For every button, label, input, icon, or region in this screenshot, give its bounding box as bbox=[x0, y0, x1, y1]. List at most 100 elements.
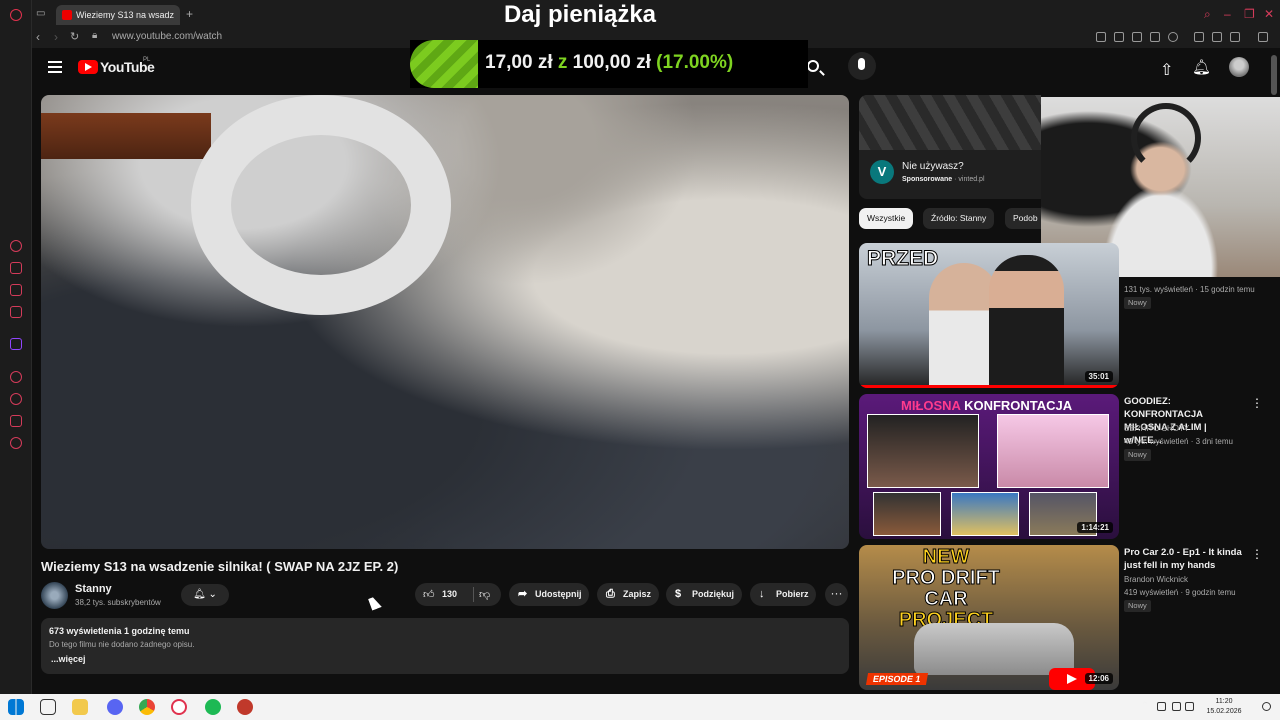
minimize-icon[interactable]: – bbox=[1224, 7, 1231, 21]
back-icon[interactable]: ‹ bbox=[36, 30, 40, 44]
recommendation-meta: 131 tys. wyświetleń · 15 godzin temu bbox=[1124, 285, 1255, 294]
spotify-icon[interactable] bbox=[205, 699, 221, 715]
windows-taskbar: ⌃ 11:20 15.02.2026 bbox=[0, 694, 1280, 720]
like-icon[interactable]: 👍︎ bbox=[423, 588, 435, 601]
new-tab-icon[interactable]: + bbox=[186, 7, 193, 21]
thumbnail-panel bbox=[997, 414, 1109, 488]
more-actions-button[interactable]: ··· bbox=[825, 583, 848, 606]
thanks-label: Podziękuj bbox=[692, 589, 735, 599]
download-button[interactable]: ↓ Pobierz bbox=[750, 583, 817, 606]
notifications-icon[interactable]: 🔔︎ bbox=[1192, 58, 1211, 76]
description-box[interactable]: 673 wyświetlenia 1 godzinę temu Do tego … bbox=[41, 618, 849, 674]
recommendation-thumbnail[interactable]: PRZED 35:01 bbox=[859, 243, 1119, 388]
maximize-icon[interactable]: ❐ bbox=[1244, 7, 1255, 21]
channel-avatar[interactable] bbox=[41, 582, 68, 609]
video-player[interactable] bbox=[41, 95, 849, 549]
tab-active[interactable]: Wieziemy S13 na wsadz bbox=[56, 5, 180, 25]
youtube-logo-icon[interactable] bbox=[78, 60, 98, 74]
opera-taskbar-icon[interactable] bbox=[171, 699, 187, 715]
file-explorer-icon[interactable] bbox=[72, 699, 88, 715]
player-toolbar-icon[interactable] bbox=[1150, 32, 1160, 42]
recommendation-channel[interactable]: SERHITO SHOTY bbox=[1124, 424, 1189, 433]
start-icon[interactable] bbox=[8, 699, 24, 715]
thanks-icon: $ bbox=[675, 588, 682, 600]
donation-progress-bar bbox=[410, 40, 478, 88]
notification-center-icon[interactable] bbox=[1262, 702, 1271, 711]
page-scrollbar[interactable] bbox=[1270, 55, 1278, 685]
create-icon[interactable]: ⇧ bbox=[1160, 60, 1173, 80]
scrollbar-thumb[interactable] bbox=[1271, 55, 1277, 95]
taskbar-clock[interactable]: 11:20 15.02.2026 bbox=[1196, 697, 1252, 717]
tray-overflow-icon[interactable]: ⌃ bbox=[1141, 700, 1150, 710]
save-button[interactable]: ⎙ Zapisz bbox=[597, 583, 659, 606]
chip-all[interactable]: Wszystkie bbox=[859, 208, 914, 229]
video-duration: 12:06 bbox=[1084, 673, 1113, 684]
recommendation-thumbnail[interactable]: MIŁOSNA KONFRONTACJA 1:14:21 bbox=[859, 394, 1119, 539]
download-icon[interactable] bbox=[1212, 32, 1222, 42]
notification-bell-button[interactable]: 🔔︎ ⌄ bbox=[181, 584, 229, 606]
clock-time: 11:20 bbox=[1215, 698, 1233, 705]
headphones-icon bbox=[1131, 103, 1201, 173]
video-frame-dashboard-trim bbox=[41, 113, 211, 159]
instagram-icon[interactable] bbox=[10, 284, 22, 296]
lock-icon: 🔒︎ bbox=[92, 30, 98, 41]
channel-name[interactable]: Stanny bbox=[75, 583, 112, 595]
history-icon[interactable] bbox=[10, 393, 22, 405]
tab-overview-icon[interactable]: ▭ bbox=[36, 8, 45, 19]
sponsored-ad-card[interactable]: V Nie używasz? Sponsorowane · vinted.pl bbox=[859, 95, 1041, 199]
donation-current: 17,00 zł bbox=[485, 52, 553, 73]
snapshot-icon[interactable] bbox=[1114, 32, 1124, 42]
tab-search-icon[interactable]: ⌕ bbox=[1204, 7, 1211, 22]
easy-setup-icon[interactable] bbox=[1258, 32, 1268, 42]
reload-icon[interactable]: ↻ bbox=[70, 30, 79, 43]
recommendation-thumbnail[interactable]: NEW PRO DRIFT CAR PROJECT EPISODE 1 12:0… bbox=[859, 545, 1119, 690]
more-options-icon[interactable]: ⋮ bbox=[1251, 547, 1263, 561]
like-count[interactable]: 130 bbox=[442, 583, 457, 606]
account-icon[interactable] bbox=[1194, 32, 1204, 42]
chip-related[interactable]: Podob bbox=[1005, 208, 1046, 229]
thumbnail-heading-main: KONFRONTACJA bbox=[960, 398, 1073, 413]
chrome-icon[interactable] bbox=[139, 699, 155, 715]
video-duration: 35:01 bbox=[1084, 371, 1113, 382]
aria-icon[interactable] bbox=[10, 240, 22, 252]
player-icon[interactable] bbox=[10, 371, 22, 383]
view-stats: 673 wyświetlenia 1 godzinę temu bbox=[49, 626, 190, 636]
discord-icon[interactable] bbox=[107, 699, 123, 715]
bookmark-icon[interactable] bbox=[1096, 32, 1106, 42]
share-button[interactable]: ➦ Udostępnij bbox=[509, 583, 590, 606]
opera-logo-icon[interactable] bbox=[10, 9, 22, 21]
voice-search-button[interactable] bbox=[848, 52, 876, 80]
close-icon[interactable]: ✕ bbox=[1264, 7, 1274, 21]
messenger-icon[interactable] bbox=[10, 262, 22, 274]
url-field[interactable]: www.youtube.com/watch bbox=[112, 31, 222, 42]
recommendation-title[interactable]: Pro Car 2.0 - Ep1 - It kinda just fell i… bbox=[1124, 546, 1244, 572]
ad-sponsored-label: Sponsorowane bbox=[902, 176, 953, 183]
recommendation-channel[interactable]: Brandon Wicknick bbox=[1124, 575, 1188, 584]
avatar[interactable] bbox=[1229, 57, 1249, 77]
dislike-icon[interactable]: 👎︎ bbox=[479, 588, 490, 601]
volume-tray-icon[interactable] bbox=[1185, 702, 1194, 711]
more-options-icon[interactable]: ⋮ bbox=[1251, 396, 1263, 410]
new-badge: Nowy bbox=[1124, 600, 1151, 612]
ai-icon[interactable] bbox=[1230, 32, 1240, 42]
description-text: Do tego filmu nie dodano żadnego opisu. bbox=[49, 640, 195, 649]
save-icon: ⎙ bbox=[606, 588, 615, 600]
tab-title: Wieziemy S13 na wsadz bbox=[76, 10, 175, 20]
chip-source-channel[interactable]: Źródło: Stanny bbox=[923, 208, 995, 229]
show-more-link[interactable]: ...więcej bbox=[51, 654, 86, 664]
obs-icon[interactable] bbox=[237, 699, 253, 715]
thumbnail-line-2: PRO DRIFT CAR bbox=[892, 567, 1001, 610]
menu-icon[interactable] bbox=[48, 61, 62, 73]
microphone-tray-icon[interactable] bbox=[1157, 702, 1166, 711]
shield-icon[interactable] bbox=[1132, 32, 1142, 42]
settings-icon[interactable] bbox=[10, 437, 22, 449]
extensions-icon[interactable] bbox=[10, 415, 22, 427]
forward-icon[interactable]: › bbox=[54, 30, 58, 44]
whatsapp-icon[interactable] bbox=[10, 306, 22, 318]
task-view-icon[interactable] bbox=[40, 699, 56, 715]
heart-icon[interactable] bbox=[1168, 32, 1178, 42]
network-tray-icon[interactable] bbox=[1172, 702, 1181, 711]
youtube-favicon-icon bbox=[62, 10, 72, 20]
thanks-button[interactable]: $ Podziękuj bbox=[666, 583, 742, 606]
twitch-icon[interactable] bbox=[10, 338, 22, 350]
